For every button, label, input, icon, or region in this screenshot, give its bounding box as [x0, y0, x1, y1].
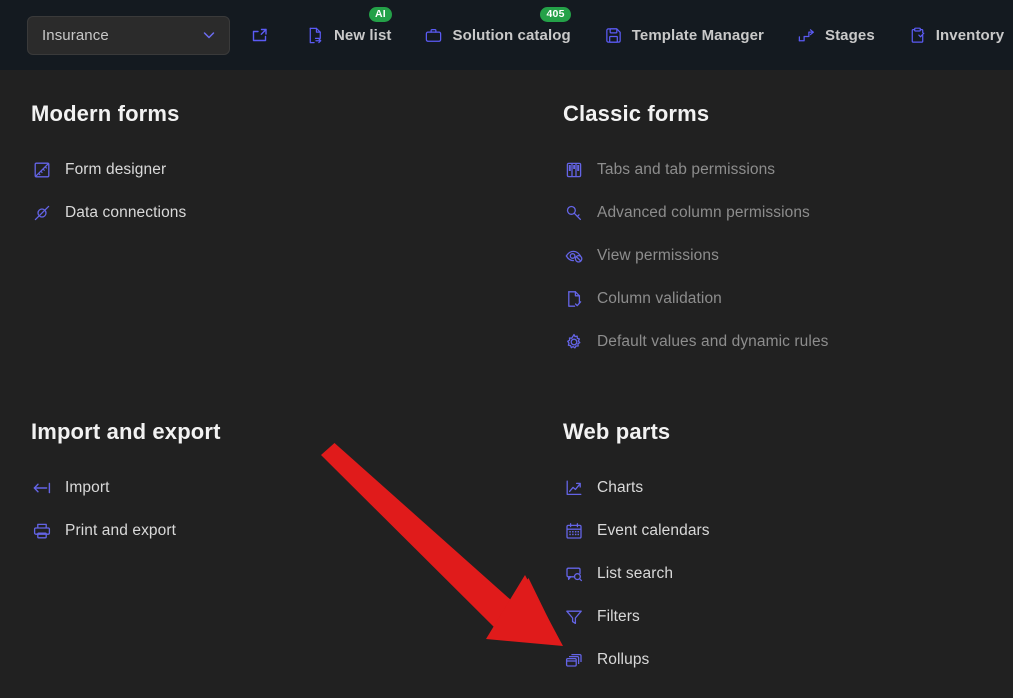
open-in-new-window-icon	[252, 28, 267, 42]
group-title: Classic forms	[563, 101, 710, 126]
link-default-values-and-dynamic-rules[interactable]: Default values and dynamic rules	[563, 320, 829, 363]
link-print-and-export[interactable]: Print and export	[31, 509, 221, 552]
toolbar-item-label: Template Manager	[631, 26, 764, 44]
settings-link-grid: Modern forms Form designer Data connecti…	[0, 70, 1013, 698]
link-label: Default values and dynamic rules	[597, 332, 829, 350]
link-label: Advanced column permissions	[597, 203, 810, 221]
plug-connector-icon	[31, 202, 53, 224]
top-toolbar: Insurance New list AI Solution catalog 4…	[0, 0, 1013, 70]
link-label: Print and export	[65, 521, 177, 539]
list-search-icon	[563, 563, 585, 585]
group-import-and-export: Import and export Import Print and expor…	[31, 419, 221, 552]
link-form-designer[interactable]: Form designer	[31, 148, 186, 191]
link-column-validation[interactable]: Column validation	[563, 277, 829, 320]
toolbar-item-label: Stages	[824, 26, 875, 44]
new-document-icon	[309, 27, 322, 43]
group-title: Modern forms	[31, 101, 180, 126]
open-in-new-window-button[interactable]	[247, 22, 273, 48]
gear-icon	[563, 331, 585, 353]
group-title: Web parts	[563, 419, 671, 444]
line-chart-icon	[563, 477, 585, 499]
arrow-left-import-icon	[31, 477, 53, 499]
site-selector-dropdown[interactable]: Insurance	[27, 15, 230, 55]
link-charts[interactable]: Charts	[563, 466, 710, 509]
link-label: Import	[65, 478, 110, 496]
link-label: Filters	[597, 607, 640, 625]
chevron-down-icon	[203, 32, 215, 39]
stacked-windows-icon	[563, 649, 585, 671]
briefcase-icon	[426, 28, 442, 42]
toolbar-item-template-manager[interactable]: Template Manager	[604, 15, 764, 55]
link-rollups[interactable]: Rollups	[563, 638, 710, 681]
link-label: Event calendars	[597, 521, 710, 539]
ai-badge: AI	[369, 7, 392, 22]
toolbar-item-stages[interactable]: Stages	[797, 15, 875, 55]
link-label: Column validation	[597, 289, 722, 307]
group-web-parts: Web parts Charts Event calendars List se…	[563, 419, 710, 681]
save-floppy-icon	[605, 27, 621, 43]
link-filters[interactable]: Filters	[563, 595, 710, 638]
eye-hide-icon	[563, 245, 585, 267]
link-view-permissions[interactable]: View permissions	[563, 234, 829, 277]
toolbar-item-label: Inventory	[935, 26, 1005, 44]
link-label: Charts	[597, 478, 644, 496]
funnel-filter-icon	[563, 606, 585, 628]
link-label: Data connections	[65, 203, 187, 221]
toolbar-item-label: New list	[334, 26, 392, 44]
link-import[interactable]: Import	[31, 466, 221, 509]
site-selector-value: Insurance	[42, 26, 109, 44]
link-label: Tabs and tab permissions	[597, 160, 776, 178]
calendar-icon	[563, 520, 585, 542]
link-data-connections[interactable]: Data connections	[31, 191, 186, 234]
link-advanced-column-permissions[interactable]: Advanced column permissions	[563, 191, 829, 234]
printer-icon	[31, 520, 53, 542]
toolbar-item-solution-catalog[interactable]: Solution catalog 405	[424, 7, 571, 55]
count-badge: 405	[540, 7, 571, 22]
ruler-design-icon	[31, 159, 53, 181]
key-icon	[563, 202, 585, 224]
toolbar-item-new-list[interactable]: New list AI	[306, 7, 392, 55]
link-label: Form designer	[65, 160, 167, 178]
group-title: Import and export	[31, 419, 221, 444]
document-check-icon	[563, 288, 585, 310]
group-modern-forms: Modern forms Form designer Data connecti…	[31, 101, 186, 234]
link-tabs-and-tab-permissions[interactable]: Tabs and tab permissions	[563, 148, 829, 191]
link-label: Rollups	[597, 650, 650, 668]
group-classic-forms: Classic forms Tabs and tab permissions A…	[563, 101, 829, 363]
link-list-search[interactable]: List search	[563, 552, 710, 595]
link-label: View permissions	[597, 246, 719, 264]
link-label: List search	[597, 564, 674, 582]
tabs-icon	[563, 159, 585, 181]
clipboard-check-icon	[911, 27, 925, 43]
toolbar-item-label: Solution catalog	[452, 26, 571, 44]
link-event-calendars[interactable]: Event calendars	[563, 509, 710, 552]
toolbar-item-inventory[interactable]: Inventory	[908, 15, 1004, 55]
stairs-stages-icon	[798, 28, 814, 41]
